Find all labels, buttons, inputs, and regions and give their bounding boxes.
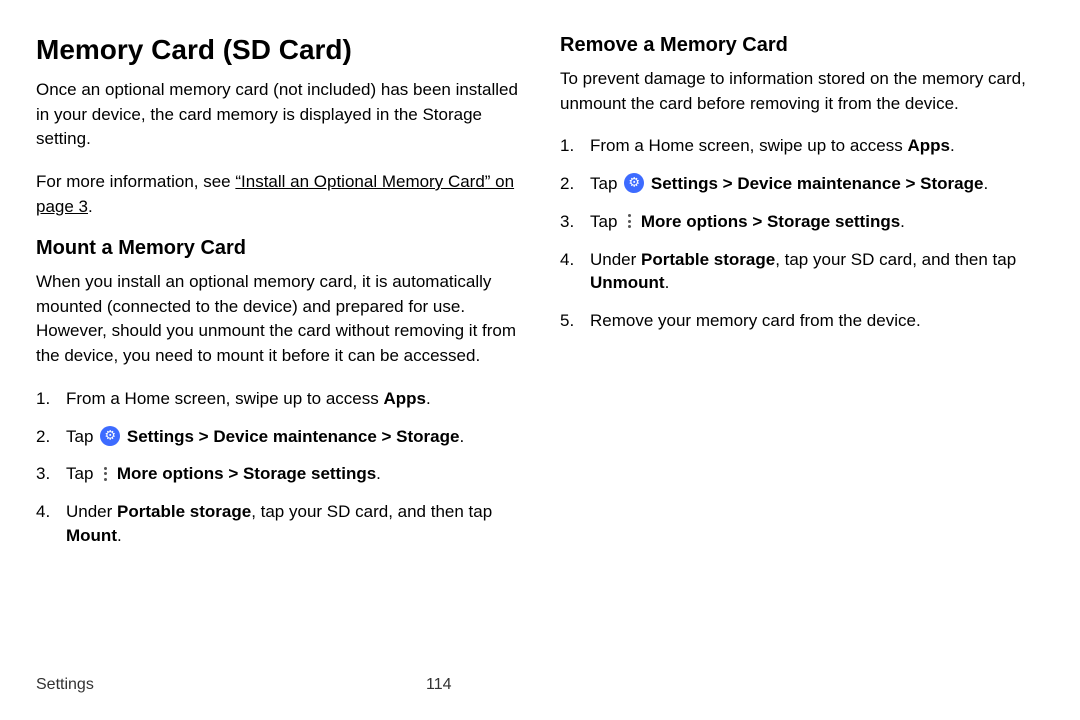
step-bold: > <box>901 174 920 193</box>
remove-steps: 1. From a Home screen, swipe up to acces… <box>560 134 1055 333</box>
step-text: From a Home screen, swipe up to access <box>590 136 907 155</box>
step-bold: Apps <box>383 389 426 408</box>
step-bold: > <box>224 464 243 483</box>
step-bold: > <box>377 427 396 446</box>
step-text: . <box>117 526 122 545</box>
moreinfo-pre: For more information, see <box>36 172 235 191</box>
settings-gear-icon <box>624 173 644 193</box>
step-text: . <box>665 273 670 292</box>
settings-gear-icon <box>100 426 120 446</box>
step-text: Under <box>590 250 641 269</box>
step-bold: Device maintenance <box>737 174 900 193</box>
step-text: . <box>459 427 464 446</box>
step-text: Tap <box>66 464 98 483</box>
remove-heading: Remove a Memory Card <box>560 34 1055 57</box>
step-text: . <box>376 464 381 483</box>
step-bold: Storage <box>396 427 459 446</box>
step-num: 5. <box>560 309 574 333</box>
step-num: 4. <box>560 248 574 272</box>
step-bold: More options <box>641 212 748 231</box>
left-column: Memory Card (SD Card) Once an optional m… <box>36 34 531 562</box>
remove-intro: To prevent damage to information stored … <box>560 67 1055 116</box>
step-bold: Mount <box>66 526 117 545</box>
step-text: From a Home screen, swipe up to access <box>66 389 383 408</box>
step-1: 1. From a Home screen, swipe up to acces… <box>36 387 531 411</box>
footer: Settings 114 <box>36 676 1042 694</box>
step-text: Tap <box>66 427 98 446</box>
mount-steps: 1. From a Home screen, swipe up to acces… <box>36 387 531 548</box>
step-text: Under <box>66 502 117 521</box>
step-num: 4. <box>36 500 50 524</box>
step-bold: Storage <box>920 174 983 193</box>
step-bold: > <box>194 427 213 446</box>
step-bold: More options <box>117 464 224 483</box>
step-bold: > <box>748 212 767 231</box>
step-2: 2. Tap Settings > Device maintenance > S… <box>560 172 1055 196</box>
mount-intro: When you install an optional memory card… <box>36 270 531 369</box>
moreinfo-post: . <box>88 197 93 216</box>
step-num: 2. <box>36 425 50 449</box>
step-text: , tap your SD card, and then tap <box>775 250 1016 269</box>
step-1: 1. From a Home screen, swipe up to acces… <box>560 134 1055 158</box>
step-bold: Storage settings <box>243 464 376 483</box>
right-column: Remove a Memory Card To prevent damage t… <box>560 34 1055 347</box>
step-3: 3. Tap More options > Storage settings. <box>36 462 531 486</box>
step-3: 3. Tap More options > Storage settings. <box>560 210 1055 234</box>
step-text: . <box>426 389 431 408</box>
step-text: . <box>950 136 955 155</box>
step-bold: Portable storage <box>641 250 775 269</box>
step-bold: > <box>718 174 737 193</box>
step-4: 4. Under Portable storage, tap your SD c… <box>36 500 531 548</box>
footer-page-number: 114 <box>426 676 452 694</box>
mount-heading: Mount a Memory Card <box>36 237 531 260</box>
more-options-icon <box>624 212 634 230</box>
step-text: Tap <box>590 174 622 193</box>
step-5: 5. Remove your memory card from the devi… <box>560 309 1055 333</box>
more-options-icon <box>100 464 110 482</box>
step-bold: Unmount <box>590 273 665 292</box>
step-text: . <box>983 174 988 193</box>
step-text: Remove your memory card from the device. <box>590 311 921 330</box>
step-bold: Settings <box>127 427 194 446</box>
footer-section: Settings <box>36 676 94 693</box>
step-bold: Portable storage <box>117 502 251 521</box>
step-text: . <box>900 212 905 231</box>
step-num: 3. <box>36 462 50 486</box>
step-text: , tap your SD card, and then tap <box>251 502 492 521</box>
step-num: 1. <box>560 134 574 158</box>
step-bold: Apps <box>907 136 950 155</box>
step-4: 4. Under Portable storage, tap your SD c… <box>560 248 1055 296</box>
page-title: Memory Card (SD Card) <box>36 34 531 66</box>
step-2: 2. Tap Settings > Device maintenance > S… <box>36 425 531 449</box>
intro-para: Once an optional memory card (not includ… <box>36 78 531 152</box>
moreinfo-para: For more information, see “Install an Op… <box>36 170 531 219</box>
step-bold: Device maintenance <box>213 427 376 446</box>
step-bold: Storage settings <box>767 212 900 231</box>
step-num: 3. <box>560 210 574 234</box>
step-num: 1. <box>36 387 50 411</box>
step-bold: Settings <box>651 174 718 193</box>
step-num: 2. <box>560 172 574 196</box>
step-text: Tap <box>590 212 622 231</box>
